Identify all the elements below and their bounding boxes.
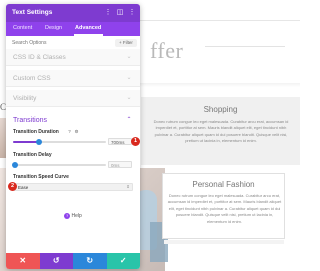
cancel-button[interactable]: ✕ — [6, 253, 40, 269]
tab-content[interactable]: Content — [13, 25, 32, 31]
transition-speed-curve-select[interactable]: Ease — [13, 183, 133, 191]
undo-button[interactable]: ↺ — [39, 253, 73, 269]
settings-icon[interactable]: ⚙ — [74, 129, 79, 134]
transition-duration-value[interactable]: 700ms — [108, 138, 132, 145]
filter-button[interactable]: + Filter — [115, 39, 137, 47]
text-settings-panel: Text Settings ⋮ ◫ ⋮ Content Design Advan… — [6, 4, 140, 269]
search-options-input[interactable] — [12, 39, 107, 47]
tab-advanced[interactable]: Advanced — [75, 25, 101, 31]
chevron-down-icon: ⌄ — [126, 75, 132, 81]
annotation-marker-2: 2 — [8, 182, 17, 191]
shopping-card: Shopping Donec rutrum congue leo eget ma… — [141, 97, 300, 165]
transition-delay-slider-knob[interactable] — [12, 162, 18, 168]
dropdown-arrow-icon: ⇕ — [126, 184, 130, 189]
more-icon[interactable]: ⋮ — [128, 8, 136, 17]
fashion-body: Donec rutrum congue leo eget malesuada. … — [167, 193, 282, 224]
section-custom-css[interactable]: Custom CSS ⌄ — [6, 70, 140, 87]
undo-icon: ↺ — [52, 256, 60, 265]
transition-delay-label: Transition Delay — [13, 152, 52, 158]
personal-fashion-card: Personal Fashion Donec rutrum congue leo… — [162, 173, 285, 239]
transition-duration-label: Transition Duration — [13, 129, 59, 135]
section-label: Visibility — [13, 95, 37, 102]
section-label: Custom CSS — [13, 75, 51, 82]
shopping-title: Shopping — [203, 105, 238, 114]
page-bottom-divider — [164, 240, 284, 244]
redo-button[interactable]: ↻ — [73, 253, 107, 269]
help-label: Help — [71, 213, 82, 219]
hero-heading: ffer — [150, 38, 184, 63]
transition-speed-curve-label: Transition Speed Curve — [13, 174, 69, 180]
fashion-title: Personal Fashion — [192, 180, 255, 189]
panel-title: Text Settings — [12, 9, 53, 16]
shopping-body: Donec rutrum congue leo eget malesuada. … — [153, 119, 289, 144]
section-css-id-classes[interactable]: CSS ID & Classes ⌄ — [6, 49, 140, 66]
redo-icon: ↻ — [86, 256, 94, 265]
transition-delay-slider[interactable] — [13, 164, 106, 166]
transition-delay-value[interactable]: 0ms — [108, 161, 132, 168]
help-icon[interactable]: ? — [67, 129, 72, 134]
panel-footer: ✕ ↺ ↻ ✓ — [6, 253, 140, 269]
hero-divider — [205, 46, 285, 47]
transitions-title[interactable]: Transitions — [13, 117, 47, 124]
dots-icon[interactable]: ⋮ — [104, 8, 112, 17]
chevron-down-icon: ⌄ — [126, 54, 132, 60]
expand-icon[interactable]: ◫ — [116, 8, 124, 17]
chevron-down-icon: ⌄ — [126, 95, 132, 101]
close-icon: ✕ — [19, 256, 27, 265]
chevron-up-icon[interactable]: ⌃ — [125, 116, 133, 124]
section-visibility[interactable]: Visibility ⌄ — [6, 90, 140, 107]
help-link[interactable]: ? Help — [6, 213, 140, 221]
checkmark-icon: ✓ — [119, 256, 127, 265]
search-row: + Filter — [6, 36, 140, 50]
annotation-marker-1: 1 — [131, 137, 140, 146]
help-icon: ? — [64, 213, 71, 219]
transition-duration-slider-knob[interactable] — [36, 139, 43, 145]
section-shadow — [140, 83, 300, 87]
save-button[interactable]: ✓ — [106, 253, 140, 269]
section-label: CSS ID & Classes — [13, 54, 66, 61]
tab-design[interactable]: Design — [45, 25, 62, 31]
